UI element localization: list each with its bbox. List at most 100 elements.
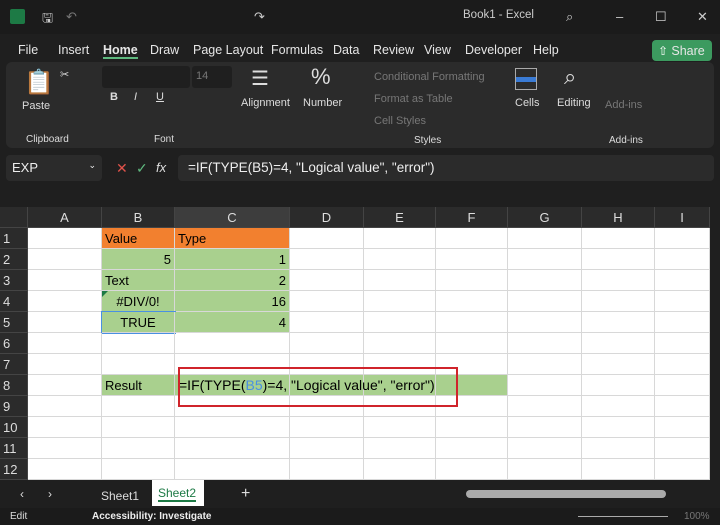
tab-help[interactable]: Help xyxy=(533,43,559,57)
cell-H3[interactable] xyxy=(582,270,655,291)
editing-button[interactable]: Editing xyxy=(557,97,591,109)
cancel-icon[interactable]: ✕ xyxy=(116,160,128,177)
close-button[interactable]: ✕ xyxy=(697,9,708,25)
tab-developer[interactable]: Developer xyxy=(465,43,522,57)
cell-C10[interactable] xyxy=(175,417,290,438)
sheet-tab-sheet2[interactable]: Sheet2 xyxy=(152,480,204,506)
cell-G2[interactable] xyxy=(508,249,582,270)
font-size-box[interactable]: 14 xyxy=(192,66,232,88)
cell-H7[interactable] xyxy=(582,354,655,375)
cell-G12[interactable] xyxy=(508,459,582,480)
sheet-tab-sheet1[interactable]: Sheet1 xyxy=(101,489,139,503)
cell-G4[interactable] xyxy=(508,291,582,312)
cell-I4[interactable] xyxy=(655,291,710,312)
cell-D11[interactable] xyxy=(290,438,364,459)
cell-F3[interactable] xyxy=(436,270,508,291)
cell-A3[interactable] xyxy=(28,270,102,291)
cell-H4[interactable] xyxy=(582,291,655,312)
row-header-7[interactable]: 7 xyxy=(0,354,28,375)
cell-C2[interactable]: 1 xyxy=(175,249,290,270)
cell-A2[interactable] xyxy=(28,249,102,270)
cell-F5[interactable] xyxy=(436,312,508,333)
tab-draw[interactable]: Draw xyxy=(150,43,179,57)
tab-file[interactable]: File xyxy=(18,43,38,57)
row-header-2[interactable]: 2 xyxy=(0,249,28,270)
cell-G1[interactable] xyxy=(508,228,582,249)
column-header-F[interactable]: F xyxy=(436,207,508,228)
worksheet-grid[interactable]: A B C D E F G H I 1 2 3 4 5 6 7 8 9 10 11 12 Value Type 5 1 Text 2… xyxy=(0,207,710,480)
cell-E1[interactable] xyxy=(364,228,436,249)
cell-styles-button[interactable]: Cell Styles xyxy=(374,115,426,127)
cell-F4[interactable] xyxy=(436,291,508,312)
row-header-11[interactable]: 11 xyxy=(0,438,28,459)
cell-A4[interactable] xyxy=(28,291,102,312)
column-header-G[interactable]: G xyxy=(508,207,582,228)
tab-data[interactable]: Data xyxy=(333,43,359,57)
cell-A5[interactable] xyxy=(28,312,102,333)
row-header-9[interactable]: 9 xyxy=(0,396,28,417)
cell-G7[interactable] xyxy=(508,354,582,375)
cell-H10[interactable] xyxy=(582,417,655,438)
undo-icon[interactable]: ↶ xyxy=(66,9,77,25)
cell-B9[interactable] xyxy=(102,396,175,417)
column-header-I[interactable]: I xyxy=(655,207,710,228)
cell-D1[interactable] xyxy=(290,228,364,249)
tab-view[interactable]: View xyxy=(424,43,451,57)
tab-formulas[interactable]: Formulas xyxy=(271,43,323,57)
cell-C3[interactable]: 2 xyxy=(175,270,290,291)
cell-H5[interactable] xyxy=(582,312,655,333)
cell-E6[interactable] xyxy=(364,333,436,354)
cell-C4[interactable]: 16 xyxy=(175,291,290,312)
cell-I2[interactable] xyxy=(655,249,710,270)
horizontal-scrollbar[interactable] xyxy=(466,490,666,498)
paste-button[interactable]: Paste xyxy=(22,100,50,112)
name-box[interactable]: EXP ⌄ xyxy=(6,155,102,181)
cell-F10[interactable] xyxy=(436,417,508,438)
cell-G5[interactable] xyxy=(508,312,582,333)
formula-input[interactable]: =IF(TYPE(B5)=4, "Logical value", "error"… xyxy=(178,155,714,181)
row-header-12[interactable]: 12 xyxy=(0,459,28,480)
cell-B11[interactable] xyxy=(102,438,175,459)
cell-H6[interactable] xyxy=(582,333,655,354)
cell-G8[interactable] xyxy=(508,375,582,396)
cell-E4[interactable] xyxy=(364,291,436,312)
cell-E3[interactable] xyxy=(364,270,436,291)
cell-G3[interactable] xyxy=(508,270,582,291)
font-name-box[interactable] xyxy=(102,66,190,88)
cell-C1[interactable]: Type xyxy=(175,228,290,249)
cell-H1[interactable] xyxy=(582,228,655,249)
cell-I11[interactable] xyxy=(655,438,710,459)
cell-I10[interactable] xyxy=(655,417,710,438)
cut-icon[interactable]: ✂ xyxy=(60,68,69,81)
cell-H9[interactable] xyxy=(582,396,655,417)
zoom-slider[interactable] xyxy=(578,516,668,517)
cell-B4[interactable]: #DIV/0! xyxy=(102,291,175,312)
cell-A12[interactable] xyxy=(28,459,102,480)
row-header-1[interactable]: 1 xyxy=(0,228,28,249)
cell-D6[interactable] xyxy=(290,333,364,354)
cell-A8[interactable] xyxy=(28,375,102,396)
conditional-formatting-button[interactable]: Conditional Formatting xyxy=(374,71,485,83)
cell-A10[interactable] xyxy=(28,417,102,438)
tab-page-layout[interactable]: Page Layout xyxy=(193,43,263,57)
row-header-5[interactable]: 5 xyxy=(0,312,28,333)
column-header-E[interactable]: E xyxy=(364,207,436,228)
maximize-button[interactable]: ☐ xyxy=(655,9,667,25)
cell-F11[interactable] xyxy=(436,438,508,459)
cell-F1[interactable] xyxy=(436,228,508,249)
cell-I12[interactable] xyxy=(655,459,710,480)
cell-E11[interactable] xyxy=(364,438,436,459)
cells-button[interactable]: Cells xyxy=(515,97,539,109)
cell-H12[interactable] xyxy=(582,459,655,480)
number-button[interactable]: Number xyxy=(303,97,342,109)
cell-F2[interactable] xyxy=(436,249,508,270)
cell-C12[interactable] xyxy=(175,459,290,480)
redo-icon[interactable]: ↷ xyxy=(254,9,265,25)
format-as-table-button[interactable]: Format as Table xyxy=(374,93,453,105)
cell-D2[interactable] xyxy=(290,249,364,270)
cell-A7[interactable] xyxy=(28,354,102,375)
cell-C11[interactable] xyxy=(175,438,290,459)
cell-G9[interactable] xyxy=(508,396,582,417)
column-header-A[interactable]: A xyxy=(28,207,102,228)
cell-D4[interactable] xyxy=(290,291,364,312)
